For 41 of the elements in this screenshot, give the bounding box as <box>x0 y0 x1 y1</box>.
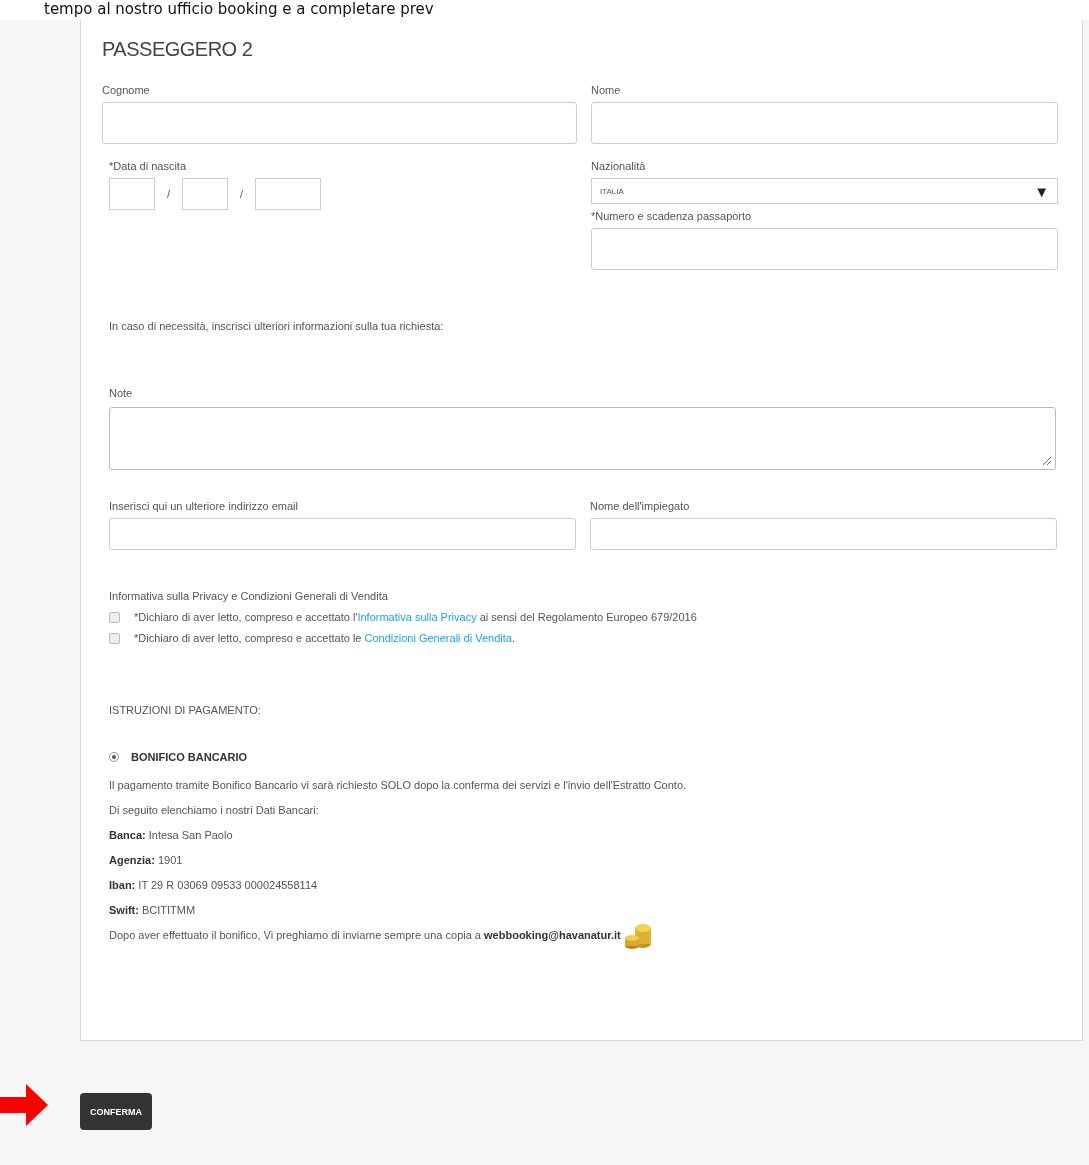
field-label: Nome dell'impiegato <box>590 500 691 512</box>
email-input[interactable] <box>109 518 576 550</box>
year-input[interactable] <box>255 178 322 210</box>
nationality-select[interactable]: ITALIA ▼ <box>591 178 1058 204</box>
payment-text: Dopo aver effettuato il bonifico, Vi preghiamo di inviarne sempre una copia a webbooking@havanatur.it <box>109 928 621 941</box>
radio-button[interactable] <box>109 752 119 762</box>
payment-text: Di seguito elenchiamo i nostri Dati Bancari: <box>109 803 319 816</box>
notes-textarea[interactable] <box>109 407 1056 470</box>
field-label: Cognome <box>102 84 151 96</box>
privacy-title: Informativa sulla Privacy e Condizioni Generali di Vendita <box>109 590 389 602</box>
resize-grip-icon[interactable] <box>1042 456 1052 466</box>
date-separator: / <box>167 188 171 200</box>
consent-text: *Dichiaro di aver letto, compreso e accettato le Condizioni Generali di Vendita. <box>134 632 515 644</box>
field-label: Nazionalità <box>591 160 647 172</box>
field-label: Inserisci qui un ulteriore indirizzo email <box>109 500 299 512</box>
checkbox[interactable] <box>109 611 120 623</box>
date-separator: / <box>240 188 244 200</box>
payment-method-label: BONIFICO BANCARIO <box>131 751 248 763</box>
field-label: Nome <box>591 84 622 96</box>
caption-text: tempo al nostro ufficio booking e a completare prev <box>44 0 434 19</box>
field-label: *Numero e scadenza passaporto <box>591 210 753 222</box>
checkbox[interactable] <box>109 632 120 644</box>
surname-input[interactable] <box>102 102 577 144</box>
payment-title: ISTRUZIONI DI PAGAMENTO: <box>109 704 262 716</box>
payment-text: Swift: BCITITMM <box>109 903 196 916</box>
consent-text: *Dichiaro di aver letto, compreso e accettato l'Informativa sulla Privacy ai sensi del Regolamento Europeo 679/2016 <box>134 611 697 623</box>
pointer-arrow-icon <box>0 1084 50 1126</box>
payment-text: Il pagamento tramite Bonifico Bancario vi sarà richiesto SOLO dopo la conferma dei servizi e l'invio dell'Estratto Conto. <box>109 778 687 791</box>
passenger-title: PASSEGGERO 2 <box>102 38 254 61</box>
payment-text: Iban: IT 29 R 03069 09533 000024558114 <box>109 878 318 891</box>
payment-text: Banca: Intesa San Paolo <box>109 828 233 841</box>
employee-input[interactable] <box>590 518 1057 550</box>
confirm-button[interactable]: CONFERMA <box>80 1093 152 1130</box>
notes-intro: In caso di necessità, inscrisci ulteriori informazioni sulla tua richiesta: <box>109 320 445 332</box>
name-input[interactable] <box>591 102 1058 144</box>
field-label: *Data di nascita <box>108 160 188 172</box>
passport-input[interactable] <box>591 228 1058 270</box>
payment-text: Agenzia: 1901 <box>109 853 183 866</box>
month-input[interactable] <box>182 178 229 210</box>
day-input[interactable] <box>109 178 155 210</box>
field-label: Note <box>109 387 134 399</box>
